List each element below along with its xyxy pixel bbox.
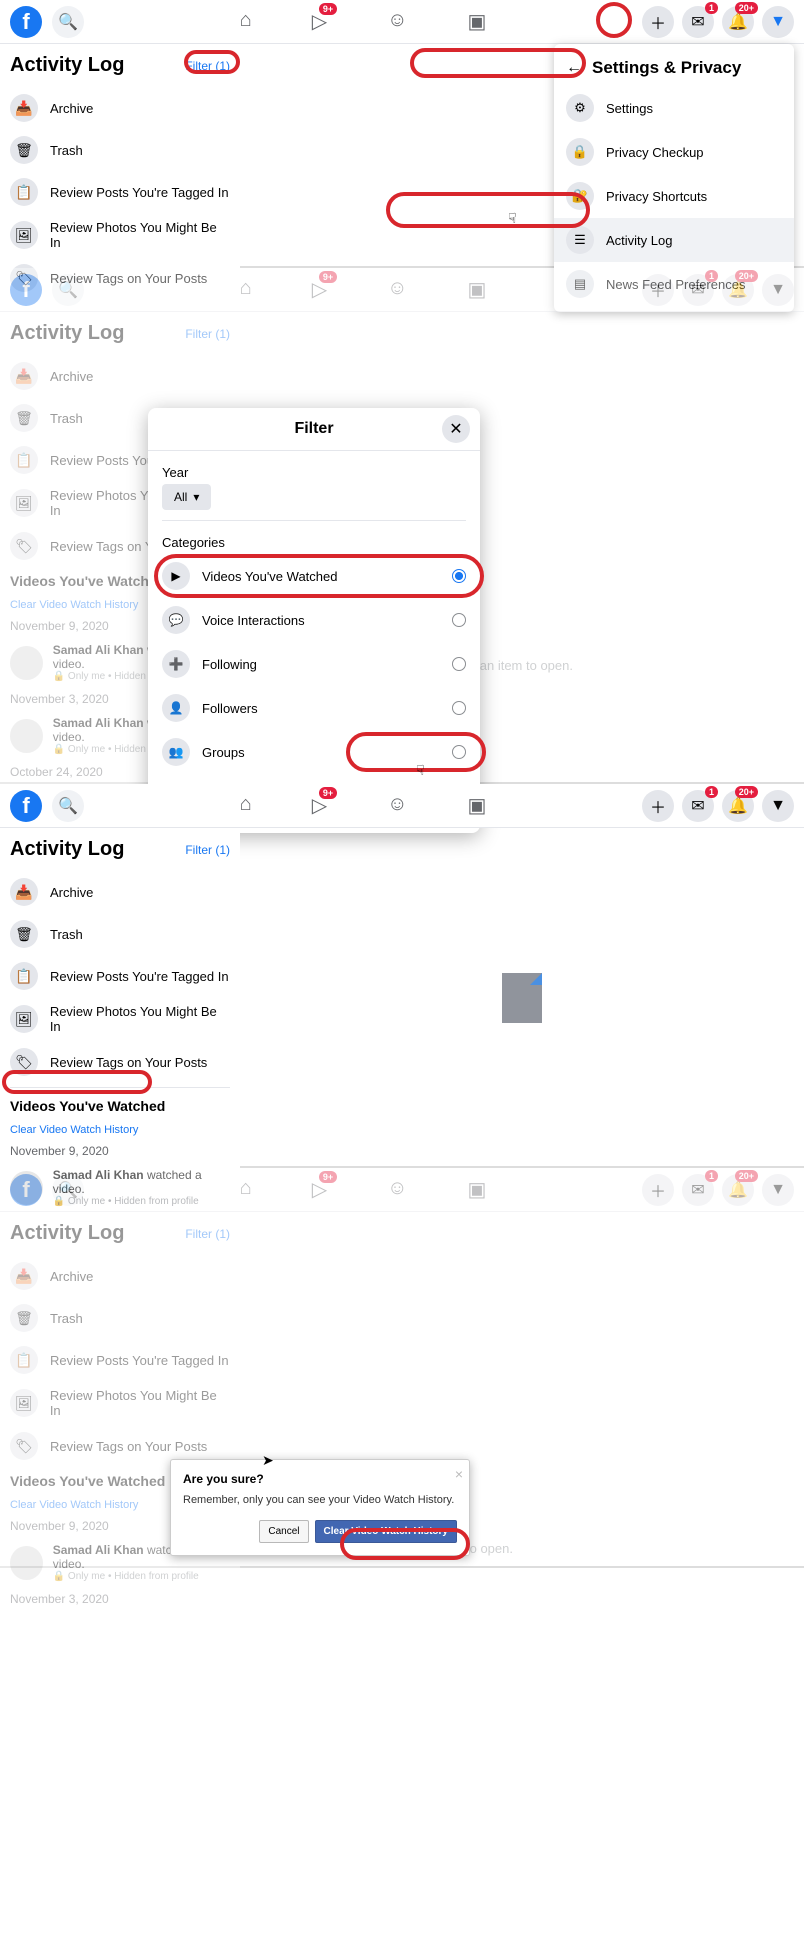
sidebar-item-tagged[interactable]: 📋Review Posts You're Tagged In bbox=[0, 955, 240, 997]
menu-privacy-shortcuts[interactable]: 🔐Privacy Shortcuts bbox=[554, 174, 794, 218]
cat-following[interactable]: ➕Following bbox=[162, 642, 466, 686]
search-button[interactable]: 🔍 bbox=[52, 790, 84, 822]
menu-title: Settings & Privacy bbox=[592, 58, 741, 78]
confirm-body: Remember, only you can see your Video Wa… bbox=[183, 1494, 457, 1506]
cat-voice[interactable]: 💬Voice Interactions bbox=[162, 598, 466, 642]
search-button: 🔍 bbox=[52, 274, 84, 306]
caret-down-icon: ▾ bbox=[193, 490, 199, 504]
groups-icon: ☺ bbox=[387, 277, 407, 302]
sidebar-item-trash[interactable]: 🗑Trash bbox=[0, 129, 240, 171]
watch-icon: ▷9+ bbox=[312, 277, 327, 302]
clear-history-link[interactable]: Clear Video Watch History bbox=[0, 1124, 148, 1140]
menu-privacy-checkup[interactable]: 🔒Privacy Checkup bbox=[554, 130, 794, 174]
close-button[interactable]: ✕ bbox=[442, 415, 470, 443]
confirm-title: Are you sure? bbox=[183, 1472, 457, 1486]
page-title: Activity Log bbox=[10, 838, 124, 861]
back-icon[interactable]: ← bbox=[566, 59, 582, 77]
facebook-logo[interactable]: f bbox=[10, 6, 42, 38]
radio-off[interactable] bbox=[452, 745, 466, 759]
account-menu-button: ▼ bbox=[762, 274, 794, 306]
date-heading: November 9, 2020 bbox=[0, 1138, 240, 1164]
search-button[interactable]: 🔍 bbox=[52, 6, 84, 38]
account-menu-button[interactable]: ▼ bbox=[762, 790, 794, 822]
confirm-cancel-button[interactable]: Cancel bbox=[259, 1520, 308, 1543]
messenger-button: ✉1 bbox=[682, 274, 714, 306]
create-button[interactable]: ＋ bbox=[642, 6, 674, 38]
notifications-button: 🔔20+ bbox=[722, 274, 754, 306]
messenger-button[interactable]: ✉1 bbox=[682, 790, 714, 822]
sidebar-item-tags[interactable]: 🏷Review Tags on Your Posts bbox=[0, 1041, 240, 1083]
sidebar-item-archive[interactable]: 📥Archive bbox=[0, 87, 240, 129]
search-button: 🔍 bbox=[52, 1174, 84, 1206]
cursor-icon: ➤ bbox=[262, 1452, 274, 1469]
document-icon bbox=[502, 973, 542, 1023]
radio-off[interactable] bbox=[452, 613, 466, 627]
cat-followers[interactable]: 👤Followers bbox=[162, 686, 466, 730]
gaming-icon: ▣ bbox=[468, 277, 487, 302]
year-select[interactable]: All▾ bbox=[162, 484, 211, 510]
modal-title: Filter bbox=[294, 420, 333, 438]
filter-modal: Filter ✕ Year All▾ Categories ▶Videos You… bbox=[148, 408, 480, 833]
home-icon[interactable]: ⌂ bbox=[240, 9, 252, 34]
confirm-clear-button[interactable]: Clear Video Watch History bbox=[315, 1520, 457, 1543]
create-button[interactable]: ＋ bbox=[642, 790, 674, 822]
radio-off[interactable] bbox=[452, 657, 466, 671]
year-label: Year bbox=[162, 465, 466, 480]
notifications-button[interactable]: 🔔20+ bbox=[722, 6, 754, 38]
facebook-logo[interactable]: f bbox=[10, 790, 42, 822]
menu-settings[interactable]: ⚙Settings bbox=[554, 86, 794, 130]
watch-icon[interactable]: ▷9+ bbox=[312, 793, 327, 818]
messenger-button[interactable]: ✉1 bbox=[682, 6, 714, 38]
radio-on[interactable] bbox=[452, 569, 466, 583]
facebook-logo: f bbox=[10, 1174, 42, 1206]
sidebar-item-archive[interactable]: 📥Archive bbox=[0, 871, 240, 913]
cursor-icon: ☟ bbox=[508, 210, 517, 227]
cursor-icon: ☟ bbox=[416, 762, 425, 779]
create-button: ＋ bbox=[642, 274, 674, 306]
account-menu-button[interactable]: ▼ bbox=[762, 6, 794, 38]
sidebar-item-photos[interactable]: 🖼Review Photos You Might Be In bbox=[0, 213, 240, 257]
videos-watched-heading: Videos You've Watched bbox=[0, 1092, 240, 1120]
radio-off[interactable] bbox=[452, 701, 466, 715]
sidebar-item-trash[interactable]: 🗑Trash bbox=[0, 913, 240, 955]
gaming-icon[interactable]: ▣ bbox=[468, 9, 487, 34]
groups-icon[interactable]: ☺ bbox=[387, 9, 407, 34]
gaming-icon[interactable]: ▣ bbox=[468, 793, 487, 818]
sidebar-item-tagged[interactable]: 📋Review Posts You're Tagged In bbox=[0, 171, 240, 213]
notifications-button[interactable]: 🔔20+ bbox=[722, 790, 754, 822]
page-title: Activity Log bbox=[10, 54, 124, 77]
filter-link[interactable]: Filter (1) bbox=[185, 59, 230, 73]
filter-link[interactable]: Filter (1) bbox=[185, 843, 230, 857]
watch-icon[interactable]: ▷9+ bbox=[312, 9, 327, 34]
home-icon: ⌂ bbox=[240, 277, 252, 302]
sidebar-item-photos[interactable]: 🖼Review Photos You Might Be In bbox=[0, 997, 240, 1041]
close-icon[interactable]: × bbox=[455, 1466, 463, 1482]
cat-videos-watched[interactable]: ▶Videos You've Watched bbox=[162, 554, 466, 598]
facebook-logo: f bbox=[10, 274, 42, 306]
menu-activity-log[interactable]: ☰Activity Log bbox=[554, 218, 794, 262]
confirm-dialog: × Are you sure? Remember, only you can s… bbox=[170, 1459, 470, 1556]
categories-label: Categories bbox=[162, 535, 466, 550]
groups-icon[interactable]: ☺ bbox=[387, 793, 407, 818]
home-icon[interactable]: ⌂ bbox=[240, 793, 252, 818]
